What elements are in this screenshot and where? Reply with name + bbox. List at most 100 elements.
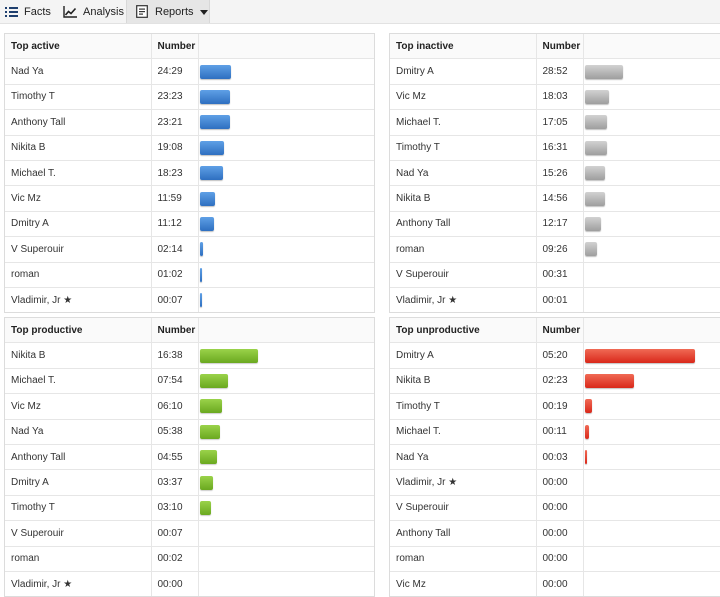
analysis-tab[interactable]: Analysis [63, 0, 127, 23]
user-name-cell: Dmitry A [390, 342, 537, 369]
table-row: roman 00:00 [390, 546, 720, 572]
time-bar [199, 293, 202, 308]
user-name-cell: V Superouir [5, 520, 152, 547]
bar-cell [198, 469, 374, 496]
table-row: Vic Mz 11:59 [5, 185, 374, 212]
user-name-cell: Nikita B [5, 135, 152, 161]
column-header-number: Number [536, 318, 584, 344]
time-bar [199, 450, 217, 465]
reports-dropdown[interactable]: Reports [126, 0, 210, 23]
table-row: roman 09:26 [390, 236, 720, 263]
user-name-cell: roman [390, 236, 537, 263]
time-bar [584, 140, 607, 155]
bar-cell [198, 160, 374, 187]
facts-tab-label: Facts [24, 5, 51, 18]
table-row: Nad Ya 24:29 [5, 58, 374, 85]
bar-cell [583, 262, 720, 288]
time-bar [584, 191, 605, 206]
top-inactive-rows: Dmitry A 28:52 Vic Mz 18:03 Michael T. 17:05 T… [390, 58, 720, 313]
time-value-cell: 24:29 [151, 58, 199, 85]
bar-cell [583, 185, 720, 212]
top-productive-rows: Nikita B 16:38 Michael T. 07:54 Vic Mz 06:10 N… [5, 342, 374, 597]
top-active-rows: Nad Ya 24:29 Timothy T 23:23 Anthony Tall 23:… [5, 58, 374, 313]
user-name-cell: Timothy T [390, 393, 537, 420]
bar-cell [583, 236, 720, 263]
facts-tab[interactable]: Facts [4, 0, 54, 23]
bar-cell [583, 211, 720, 238]
user-name-cell: roman [5, 546, 152, 572]
table-row: Dmitry A 03:37 [5, 469, 374, 496]
time-value-cell: 15:26 [536, 160, 584, 187]
time-bar [584, 450, 587, 465]
table-row: Nikita B 19:08 [5, 135, 374, 161]
bar-cell [583, 109, 720, 136]
user-name-cell: Anthony Tall [390, 520, 537, 547]
time-value-cell: 11:59 [151, 185, 199, 212]
user-name-cell: Anthony Tall [390, 211, 537, 238]
time-bar [584, 64, 623, 79]
time-bar [199, 191, 215, 206]
bar-cell [198, 419, 374, 445]
user-name-cell: Vladimir, Jr ★ [390, 287, 537, 313]
time-bar [584, 424, 589, 439]
user-name-cell: Dmitry A [390, 58, 537, 85]
bar-cell [583, 160, 720, 187]
table-row: roman 01:02 [5, 262, 374, 288]
top-productive-table: Top productive Number Nikita B 16:38 Micha… [5, 318, 374, 597]
table-row: Michael T. 17:05 [390, 109, 720, 136]
time-bar [199, 267, 202, 282]
column-header-title: Top productive [5, 318, 152, 344]
column-header-title: Top unproductive [390, 318, 537, 344]
time-value-cell: 05:20 [536, 342, 584, 369]
table-row: Vladimir, Jr ★ 00:07 [5, 287, 374, 313]
user-name-cell: Anthony Tall [5, 109, 152, 136]
user-name-cell: Nikita B [390, 368, 537, 395]
user-name-cell: V Superouir [5, 236, 152, 263]
top-unproductive-rows: Dmitry A 05:20 Nikita B 02:23 Timothy T 00:19… [390, 342, 720, 597]
bar-cell [198, 444, 374, 471]
time-value-cell: 00:11 [536, 419, 584, 445]
user-name-cell: Vic Mz [390, 84, 537, 111]
table-row: Timothy T 16:31 [390, 135, 720, 161]
panel-top-unproductive: Top unproductive Number Dmitry A 05:20 Nik… [389, 317, 720, 597]
table-row: Nikita B 02:23 [390, 368, 720, 395]
user-name-cell: Michael T. [390, 109, 537, 136]
time-bar [199, 373, 228, 388]
user-name-cell: V Superouir [390, 495, 537, 522]
bar-cell [583, 495, 720, 522]
table-row: Vladimir, Jr ★ 00:01 [390, 287, 720, 313]
table-row: Timothy T 00:19 [390, 393, 720, 420]
time-value-cell: 09:26 [536, 236, 584, 263]
bar-cell [583, 546, 720, 572]
time-bar [584, 242, 597, 257]
user-name-cell: Timothy T [5, 84, 152, 111]
time-value-cell: 02:23 [536, 368, 584, 395]
table-row: Nikita B 16:38 [5, 342, 374, 369]
bar-cell [583, 520, 720, 547]
user-name-cell: Vic Mz [5, 185, 152, 212]
table-row: Dmitry A 28:52 [390, 58, 720, 85]
bar-cell [198, 495, 374, 522]
user-name-cell: Nikita B [390, 185, 537, 212]
user-name-cell: Nad Ya [390, 160, 537, 187]
bar-cell [198, 58, 374, 85]
column-header-bar [198, 34, 374, 60]
bar-cell [198, 342, 374, 369]
table-header-row: Top active Number [5, 34, 374, 60]
time-value-cell: 05:38 [151, 419, 199, 445]
top-active-table: Top active Number Nad Ya 24:29 Timothy T 23… [5, 34, 374, 313]
bar-cell [198, 211, 374, 238]
column-header-bar [583, 34, 720, 60]
time-bar [199, 89, 230, 104]
user-name-cell: Michael T. [390, 419, 537, 445]
time-value-cell: 00:07 [151, 287, 199, 313]
time-bar [199, 115, 230, 130]
time-bar [199, 500, 211, 515]
time-value-cell: 02:14 [151, 236, 199, 263]
bar-cell [583, 368, 720, 395]
column-header-number: Number [536, 34, 584, 60]
time-value-cell: 19:08 [151, 135, 199, 161]
report-document-icon [135, 5, 149, 19]
bar-cell [583, 58, 720, 85]
time-value-cell: 23:21 [151, 109, 199, 136]
